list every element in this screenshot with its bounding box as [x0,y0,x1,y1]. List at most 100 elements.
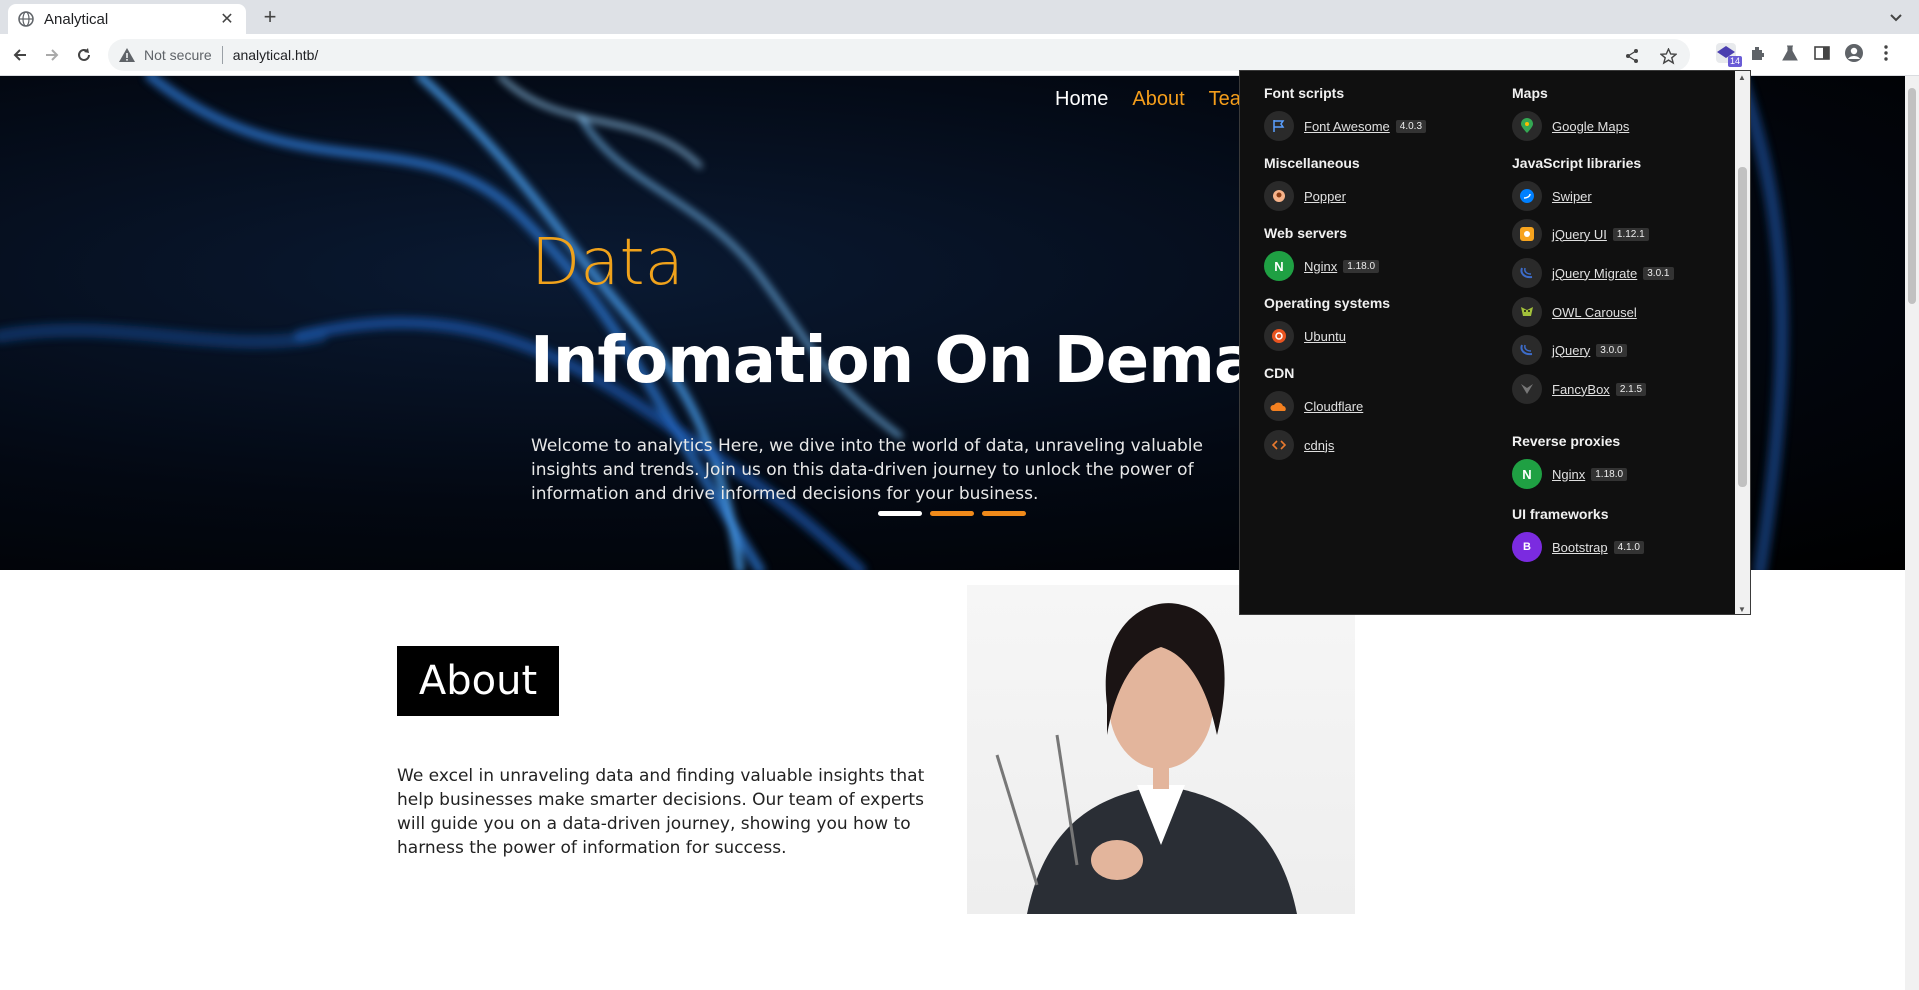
tech-name[interactable]: Popper [1304,189,1346,204]
group-title-web-servers: Web servers [1264,225,1348,241]
tech-version: 4.0.3 [1395,119,1427,133]
about-heading: About [397,646,559,716]
fancybox-icon [1512,374,1542,404]
tech-version: 3.0.0 [1596,343,1627,357]
businesswoman-photo [967,585,1355,914]
carousel-dot[interactable] [930,511,974,516]
group-title-misc: Miscellaneous [1264,155,1360,171]
tech-name[interactable]: Nginx [1552,467,1585,482]
star-icon[interactable] [1658,46,1678,66]
globe-icon [18,11,34,27]
tech-cloudflare[interactable]: Cloudflare [1264,391,1363,421]
side-panel-icon[interactable] [1812,43,1832,63]
tab-title: Analytical [44,10,109,28]
warning-icon[interactable] [118,46,136,64]
tech-name[interactable]: OWL Carousel [1552,305,1637,320]
tech-name[interactable]: Bootstrap [1552,540,1608,555]
owl-icon [1512,297,1542,327]
code-icon [1264,430,1294,460]
group-title-ui-frameworks: UI frameworks [1512,506,1609,522]
tech-name[interactable]: jQuery [1552,343,1590,358]
flask-icon[interactable] [1780,43,1800,63]
security-label[interactable]: Not secure [144,47,212,63]
tech-jquery[interactable]: jQuery 3.0.0 [1512,335,1627,365]
back-button[interactable] [8,43,32,67]
carousel-dot[interactable] [878,511,922,516]
page-scrollbar-thumb[interactable] [1908,88,1916,304]
tech-name[interactable]: cdnjs [1304,438,1334,453]
bootstrap-icon: B [1512,532,1542,562]
jquery-icon [1512,335,1542,365]
tech-name[interactable]: jQuery Migrate [1552,266,1637,281]
tech-google-maps[interactable]: Google Maps [1512,111,1629,141]
tech-version: 4.1.0 [1613,540,1644,554]
group-title-js-libraries: JavaScript libraries [1512,155,1642,171]
tech-name[interactable]: Google Maps [1552,119,1629,134]
tech-version: 3.0.1 [1643,266,1674,280]
wappalyzer-extension-icon[interactable]: 14 [1716,43,1742,67]
jquery-ui-icon [1512,219,1542,249]
nav-about-link[interactable]: About [1132,88,1184,111]
forward-button[interactable] [40,43,64,67]
chevron-down-icon[interactable] [1887,8,1905,26]
tech-name[interactable]: Ubuntu [1304,329,1346,344]
hero-headline: Infomation On Demand [530,324,1346,398]
close-tab-icon[interactable]: ✕ [218,9,236,29]
extension-icon[interactable] [1748,43,1768,63]
scroll-up-icon[interactable]: ▲ [1738,73,1746,82]
address-bar[interactable]: Not secure analytical.htb/ [108,39,1690,71]
tech-name[interactable]: FancyBox [1552,382,1610,397]
arrow-right-icon [46,49,59,61]
cloud-icon [1264,391,1294,421]
tech-name[interactable]: Swiper [1552,189,1592,204]
tech-version: 1.18.0 [1343,259,1380,273]
extension-badge: 14 [1727,56,1742,67]
tech-font-awesome[interactable]: Font Awesome 4.0.3 [1264,111,1427,141]
site-nav: Home About Team [1055,88,1258,111]
tech-jquery-migrate[interactable]: jQuery Migrate 3.0.1 [1512,258,1674,288]
tech-version: 1.18.0 [1591,467,1628,481]
url-text[interactable]: analytical.htb/ [233,47,319,63]
page-scrollbar[interactable] [1905,76,1919,990]
nginx-icon: N [1264,251,1294,281]
flag-icon [1264,111,1294,141]
tech-ubuntu[interactable]: Ubuntu [1264,321,1346,351]
wappalyzer-popup: Font scripts Font Awesome 4.0.3 Miscella… [1239,70,1751,615]
tech-nginx-proxy[interactable]: N Nginx 1.18.0 [1512,459,1628,489]
tech-name[interactable]: jQuery UI [1552,227,1607,242]
tech-nginx[interactable]: N Nginx 1.18.0 [1264,251,1380,281]
tech-fancybox[interactable]: FancyBox 2.1.5 [1512,374,1647,404]
tech-version: 1.12.1 [1612,227,1649,241]
scroll-down-icon[interactable]: ▼ [1738,605,1746,614]
tab-strip: Analytical ✕ + [0,0,1919,34]
new-tab-button[interactable]: + [258,6,282,28]
ubuntu-icon [1264,321,1294,351]
menu-kebab-icon[interactable] [1876,43,1896,63]
tech-name[interactable]: Cloudflare [1304,399,1363,414]
tech-swiper[interactable]: Swiper [1512,181,1592,211]
tech-bootstrap[interactable]: B Bootstrap 4.1.0 [1512,532,1644,562]
tech-version: 2.1.5 [1615,382,1647,396]
about-text: We excel in unraveling data and finding … [397,766,925,858]
nginx-icon: N [1512,459,1542,489]
tab-analytical[interactable]: Analytical ✕ [8,4,246,34]
tech-name[interactable]: Nginx [1304,259,1337,274]
group-title-font-scripts: Font scripts [1264,85,1345,101]
tech-owl-carousel[interactable]: OWL Carousel [1512,297,1637,327]
group-title-cdn: CDN [1264,365,1295,381]
reload-button[interactable] [72,43,96,67]
nav-home-link[interactable]: Home [1055,88,1108,111]
profile-icon[interactable] [1844,43,1864,63]
tech-jquery-ui[interactable]: jQuery UI 1.12.1 [1512,219,1649,249]
tech-name[interactable]: Font Awesome [1304,119,1390,134]
popup-scrollbar[interactable]: ▲ ▼ [1735,71,1750,614]
carousel-dot[interactable] [982,511,1026,516]
tech-popper[interactable]: Popper [1264,181,1346,211]
share-icon[interactable] [1622,46,1642,66]
group-title-os: Operating systems [1264,295,1391,311]
tech-cdnjs[interactable]: cdnjs [1264,430,1334,460]
reload-icon [78,48,90,61]
divider [221,46,223,64]
group-title-maps: Maps [1512,85,1548,101]
popup-scrollbar-thumb[interactable] [1738,167,1747,487]
